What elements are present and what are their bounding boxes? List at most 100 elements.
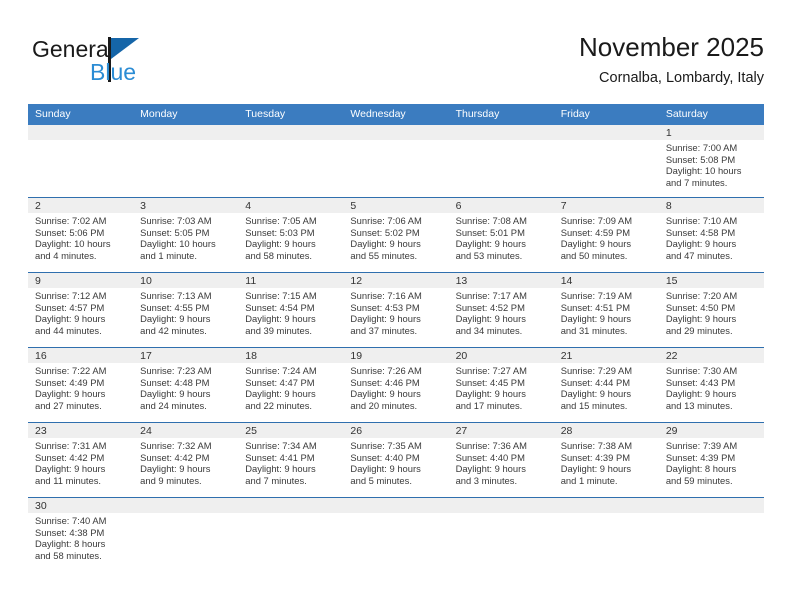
sun-times-info: Sunrise: 7:15 AM Sunset: 4:54 PM Dayligh… bbox=[245, 290, 317, 336]
day-number: 6 bbox=[455, 200, 462, 212]
day-number: 16 bbox=[35, 350, 47, 362]
day-number: 20 bbox=[455, 350, 468, 362]
sun-times-info: Sunrise: 7:16 AM Sunset: 4:53 PM Dayligh… bbox=[350, 290, 422, 336]
week-cells: 1 Sunrise: 7:00 AM Sunset: 5:08 PM Daylig… bbox=[28, 125, 764, 197]
day-cell-29[interactable]: 29 Sunrise: 7:39 AM Sunset: 4:39 PM Dayli… bbox=[659, 423, 764, 497]
day-number: 30 bbox=[35, 500, 47, 512]
day-cell-empty bbox=[449, 125, 554, 197]
logo-text-blue: Blue bbox=[90, 59, 137, 85]
sun-times-info: Sunrise: 7:06 AM Sunset: 5:02 PM Dayligh… bbox=[350, 215, 422, 261]
day-number bbox=[456, 499, 548, 513]
week-cells: 16 Sunrise: 7:22 AM Sunset: 4:49 PM Dayli… bbox=[28, 348, 764, 422]
day-number: 3 bbox=[140, 200, 146, 212]
day-cell-empty bbox=[343, 125, 448, 197]
sun-times-info: Sunrise: 7:13 AM Sunset: 4:55 PM Dayligh… bbox=[140, 290, 212, 336]
calendar-weeks: 1 Sunrise: 7:00 AM Sunset: 5:08 PM Daylig… bbox=[28, 125, 764, 578]
day-cell-24[interactable]: 24 Sunrise: 7:32 AM Sunset: 4:42 PM Dayli… bbox=[133, 423, 238, 497]
day-cell-11[interactable]: 11 Sunrise: 7:15 AM Sunset: 4:54 PM Dayli… bbox=[238, 273, 343, 347]
sun-times-info: Sunrise: 7:20 AM Sunset: 4:50 PM Dayligh… bbox=[665, 290, 738, 336]
day-number: 10 bbox=[140, 275, 152, 287]
weekday-header-friday: Friday bbox=[560, 108, 590, 120]
day-number: 18 bbox=[245, 350, 257, 362]
general-blue-logo[interactable]: General Blue bbox=[32, 35, 232, 93]
day-cell-1[interactable]: 1 Sunrise: 7:00 AM Sunset: 5:08 PM Daylig… bbox=[659, 125, 764, 197]
day-cell-27[interactable]: 27 Sunrise: 7:36 AM Sunset: 4:40 PM Dayli… bbox=[449, 423, 554, 497]
weekday-header-sunday: Sunday bbox=[35, 108, 71, 120]
day-cell-empty bbox=[238, 125, 343, 197]
day-cell-empty bbox=[133, 498, 238, 578]
day-number: 21 bbox=[560, 350, 573, 362]
day-number bbox=[350, 499, 442, 513]
sun-times-info: Sunrise: 7:24 AM Sunset: 4:47 PM Dayligh… bbox=[245, 365, 317, 411]
sun-times-info: Sunrise: 7:39 AM Sunset: 4:39 PM Dayligh… bbox=[665, 440, 738, 486]
day-cell-23[interactable]: 23 Sunrise: 7:31 AM Sunset: 4:42 PM Dayli… bbox=[28, 423, 133, 497]
day-number bbox=[561, 499, 653, 513]
sun-times-info: Sunrise: 7:30 AM Sunset: 4:43 PM Dayligh… bbox=[665, 365, 738, 411]
sun-times-info: Sunrise: 7:12 AM Sunset: 4:57 PM Dayligh… bbox=[35, 290, 107, 336]
day-number: 1 bbox=[665, 127, 672, 139]
day-cell-empty bbox=[554, 498, 659, 578]
sun-times-info: Sunrise: 7:19 AM Sunset: 4:51 PM Dayligh… bbox=[560, 290, 633, 336]
sun-times-info: Sunrise: 7:10 AM Sunset: 4:58 PM Dayligh… bbox=[665, 215, 738, 261]
day-number: 17 bbox=[140, 350, 152, 362]
sun-times-info: Sunrise: 7:00 AM Sunset: 5:08 PM Dayligh… bbox=[665, 142, 742, 188]
day-cell-15[interactable]: 15 Sunrise: 7:20 AM Sunset: 4:50 PM Dayli… bbox=[659, 273, 764, 347]
day-cell-17[interactable]: 17 Sunrise: 7:23 AM Sunset: 4:48 PM Dayli… bbox=[133, 348, 238, 422]
day-cell-26[interactable]: 26 Sunrise: 7:35 AM Sunset: 4:40 PM Dayli… bbox=[343, 423, 448, 497]
sun-times-info: Sunrise: 7:38 AM Sunset: 4:39 PM Dayligh… bbox=[560, 440, 633, 486]
day-cell-12[interactable]: 12 Sunrise: 7:16 AM Sunset: 4:53 PM Dayli… bbox=[343, 273, 448, 347]
calendar-week-row: 2 Sunrise: 7:02 AM Sunset: 5:06 PM Daylig… bbox=[28, 197, 764, 272]
sun-times-info: Sunrise: 7:02 AM Sunset: 5:06 PM Dayligh… bbox=[35, 215, 111, 261]
day-cell-empty bbox=[28, 125, 133, 197]
calendar-week-row: 23 Sunrise: 7:31 AM Sunset: 4:42 PM Dayli… bbox=[28, 422, 764, 497]
day-number: 27 bbox=[455, 425, 468, 437]
day-number bbox=[245, 499, 337, 513]
day-number bbox=[350, 126, 442, 140]
day-number: 24 bbox=[140, 425, 152, 437]
week-cells: 9 Sunrise: 7:12 AM Sunset: 4:57 PM Daylig… bbox=[28, 273, 764, 347]
day-number: 5 bbox=[350, 200, 357, 212]
day-cell-21[interactable]: 21 Sunrise: 7:29 AM Sunset: 4:44 PM Dayli… bbox=[554, 348, 659, 422]
day-cell-empty bbox=[659, 498, 764, 578]
day-cell-empty bbox=[238, 498, 343, 578]
day-cell-7[interactable]: 7 Sunrise: 7:09 AM Sunset: 4:59 PM Daylig… bbox=[554, 198, 659, 272]
sun-times-info: Sunrise: 7:17 AM Sunset: 4:52 PM Dayligh… bbox=[455, 290, 527, 336]
page-subtitle: Cornalba, Lombardy, Italy bbox=[599, 70, 764, 86]
week-cells: 23 Sunrise: 7:31 AM Sunset: 4:42 PM Dayli… bbox=[28, 423, 764, 497]
week-cells: 2 Sunrise: 7:02 AM Sunset: 5:06 PM Daylig… bbox=[28, 198, 764, 272]
weekday-header-wednesday: Wednesday bbox=[350, 108, 406, 120]
day-cell-3[interactable]: 3 Sunrise: 7:03 AM Sunset: 5:05 PM Daylig… bbox=[133, 198, 238, 272]
day-cell-8[interactable]: 8 Sunrise: 7:10 AM Sunset: 4:58 PM Daylig… bbox=[659, 198, 764, 272]
day-cell-4[interactable]: 4 Sunrise: 7:05 AM Sunset: 5:03 PM Daylig… bbox=[238, 198, 343, 272]
day-number: 12 bbox=[350, 275, 363, 287]
day-number: 14 bbox=[560, 275, 573, 287]
day-number: 8 bbox=[665, 200, 672, 212]
sun-times-info: Sunrise: 7:22 AM Sunset: 4:49 PM Dayligh… bbox=[35, 365, 107, 411]
day-cell-25[interactable]: 25 Sunrise: 7:34 AM Sunset: 4:41 PM Dayli… bbox=[238, 423, 343, 497]
day-cell-18[interactable]: 18 Sunrise: 7:24 AM Sunset: 4:47 PM Dayli… bbox=[238, 348, 343, 422]
weekday-header-saturday: Saturday bbox=[665, 108, 708, 120]
day-number bbox=[140, 499, 232, 513]
day-cell-9[interactable]: 9 Sunrise: 7:12 AM Sunset: 4:57 PM Daylig… bbox=[28, 273, 133, 347]
sun-times-info: Sunrise: 7:34 AM Sunset: 4:41 PM Dayligh… bbox=[245, 440, 317, 486]
day-cell-13[interactable]: 13 Sunrise: 7:17 AM Sunset: 4:52 PM Dayli… bbox=[449, 273, 554, 347]
day-cell-19[interactable]: 19 Sunrise: 7:26 AM Sunset: 4:46 PM Dayli… bbox=[343, 348, 448, 422]
calendar-grid: Sunday Monday Tuesday Wednesday Thursday Frid… bbox=[28, 104, 764, 578]
day-cell-30[interactable]: 30 Sunrise: 7:40 AM Sunset: 4:38 PM Dayli… bbox=[28, 498, 133, 578]
day-cell-16[interactable]: 16 Sunrise: 7:22 AM Sunset: 4:49 PM Dayli… bbox=[28, 348, 133, 422]
day-cell-20[interactable]: 20 Sunrise: 7:27 AM Sunset: 4:45 PM Dayli… bbox=[449, 348, 554, 422]
day-number: 23 bbox=[35, 425, 47, 437]
sun-times-info: Sunrise: 7:40 AM Sunset: 4:38 PM Dayligh… bbox=[35, 515, 107, 561]
day-number: 11 bbox=[245, 275, 257, 287]
day-cell-10[interactable]: 10 Sunrise: 7:13 AM Sunset: 4:55 PM Dayli… bbox=[133, 273, 238, 347]
day-cell-5[interactable]: 5 Sunrise: 7:06 AM Sunset: 5:02 PM Daylig… bbox=[343, 198, 448, 272]
day-cell-14[interactable]: 14 Sunrise: 7:19 AM Sunset: 4:51 PM Dayli… bbox=[554, 273, 659, 347]
sun-times-info: Sunrise: 7:36 AM Sunset: 4:40 PM Dayligh… bbox=[455, 440, 527, 486]
day-number bbox=[245, 126, 337, 140]
sun-times-info: Sunrise: 7:09 AM Sunset: 4:59 PM Dayligh… bbox=[560, 215, 633, 261]
day-cell-2[interactable]: 2 Sunrise: 7:02 AM Sunset: 5:06 PM Daylig… bbox=[28, 198, 133, 272]
day-number: 13 bbox=[455, 275, 468, 287]
day-cell-28[interactable]: 28 Sunrise: 7:38 AM Sunset: 4:39 PM Dayli… bbox=[554, 423, 659, 497]
day-cell-6[interactable]: 6 Sunrise: 7:08 AM Sunset: 5:01 PM Daylig… bbox=[449, 198, 554, 272]
day-cell-22[interactable]: 22 Sunrise: 7:30 AM Sunset: 4:43 PM Dayli… bbox=[659, 348, 764, 422]
